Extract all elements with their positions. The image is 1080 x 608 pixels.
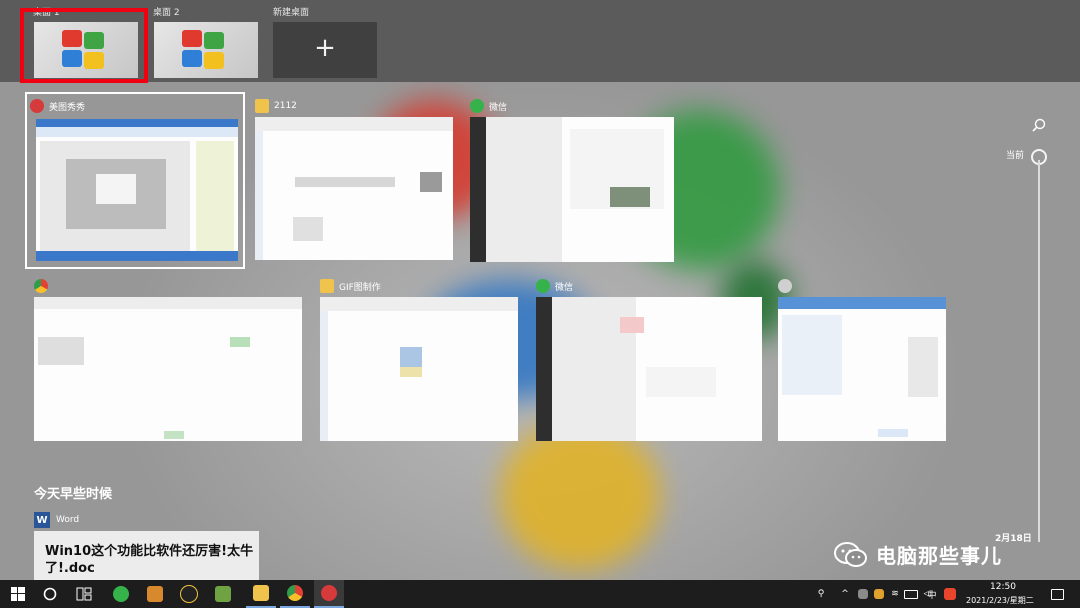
window-wechat-1[interactable]: 微信 — [470, 97, 675, 267]
task-view-button[interactable] — [70, 580, 98, 608]
window-preview — [320, 297, 518, 441]
window-wechat-2[interactable]: 微信 — [536, 277, 764, 443]
window-header — [34, 277, 53, 295]
folder-icon — [255, 99, 269, 113]
chevron-up-icon[interactable]: ^ — [838, 580, 852, 608]
window-header: GIF图制作 — [320, 277, 381, 295]
battery-icon[interactable] — [904, 580, 918, 608]
windows-logo-icon — [182, 30, 228, 70]
start-icon — [11, 587, 25, 601]
people-icon[interactable]: ⚲ — [812, 580, 830, 608]
window-chrome[interactable] — [34, 277, 302, 443]
folder-icon — [320, 279, 334, 293]
start-button[interactable] — [4, 580, 32, 608]
notification-icon[interactable] — [1048, 580, 1066, 608]
window-app[interactable] — [778, 277, 948, 443]
new-desktop-button[interactable]: + — [273, 22, 377, 78]
window-header — [778, 277, 797, 295]
timeline-now-label: 当前 — [1006, 151, 1025, 161]
qq-icon — [180, 585, 198, 603]
window-folder-2112[interactable]: 2112 — [255, 97, 455, 267]
window-header: 微信 — [536, 277, 573, 295]
window-folder-gif[interactable]: GIF图制作 — [320, 277, 520, 443]
earlier-today-heading: 今天早些时候 — [34, 487, 113, 502]
window-title: GIF图制作 — [339, 282, 381, 293]
sogou-icon[interactable] — [942, 580, 958, 608]
watermark-text: 电脑那些事儿 — [876, 544, 1002, 568]
tray-app-icon[interactable] — [856, 580, 870, 608]
wifi-icon[interactable]: ≋ — [888, 580, 902, 608]
timeline-scrollbar[interactable] — [1038, 160, 1040, 542]
search-icon[interactable] — [1031, 118, 1047, 134]
search-button[interactable] — [36, 580, 64, 608]
window-title: 微信 — [489, 102, 508, 113]
chrome-icon — [34, 279, 48, 293]
taskbar-wechat[interactable] — [106, 580, 136, 608]
task-view-icon — [76, 587, 92, 601]
window-preview — [778, 297, 946, 441]
toolbox-icon — [147, 586, 163, 602]
minecraft-icon — [215, 586, 231, 602]
window-title: 微信 — [555, 282, 574, 293]
taskbar-explorer[interactable] — [246, 580, 276, 608]
explorer-icon — [253, 585, 269, 601]
desktop-2-thumbnail[interactable] — [154, 22, 258, 78]
virtual-desktops-bar: 桌面 1 桌面 2 新建桌面 + — [0, 0, 1080, 83]
search-circle-icon — [43, 587, 57, 601]
window-title: 2112 — [274, 101, 297, 111]
taskbar-qq[interactable] — [174, 580, 204, 608]
taskbar-toolbox[interactable] — [140, 580, 170, 608]
window-preview — [34, 297, 302, 441]
word-document-title: Win10这个功能比软件还厉害!太牛了!.doc — [45, 544, 254, 576]
window-header: 2112 — [255, 97, 297, 115]
wechat-logo-icon — [834, 541, 867, 567]
taskbar: ⚲ ^ ≋ ◁ 中 — [0, 580, 1080, 608]
meitu-icon — [321, 585, 337, 601]
new-desktop-label: 新建桌面 — [273, 8, 310, 18]
desktop-2-label: 桌面 2 — [153, 8, 180, 18]
tray-app-icon[interactable] — [872, 580, 886, 608]
chrome-icon — [287, 585, 303, 601]
wechat-icon — [113, 586, 129, 602]
task-view-screen: 桌面 1 桌面 2 新建桌面 + 美图秀秀 2112 微信 GIF图制作 微信 … — [0, 0, 1080, 608]
window-header: 微信 — [470, 97, 507, 115]
clock-date[interactable]: 2021/2/23/星期二 — [966, 595, 1034, 606]
word-activity-header: W Word — [34, 512, 79, 528]
window-preview — [470, 117, 674, 262]
ime-indicator[interactable]: 中 — [924, 580, 940, 608]
clock-time[interactable]: 12:50 — [990, 582, 1016, 592]
app-icon — [778, 279, 792, 293]
wechat-icon — [536, 279, 550, 293]
selected-window-highlight — [25, 92, 245, 269]
taskbar-minecraft[interactable] — [208, 580, 238, 608]
word-document-card[interactable]: Win10这个功能比软件还厉害!太牛了!.doc — [34, 531, 259, 580]
taskbar-meitu[interactable] — [314, 580, 344, 608]
window-preview — [255, 117, 453, 260]
word-icon: W — [34, 512, 50, 528]
wechat-icon — [470, 99, 484, 113]
window-preview — [536, 297, 762, 441]
plus-icon: + — [314, 33, 336, 63]
selected-desktop-highlight — [20, 8, 148, 83]
watermark: 电脑那些事儿 — [834, 540, 1002, 569]
taskbar-chrome[interactable] — [280, 580, 310, 608]
word-app-label: Word — [56, 515, 80, 525]
